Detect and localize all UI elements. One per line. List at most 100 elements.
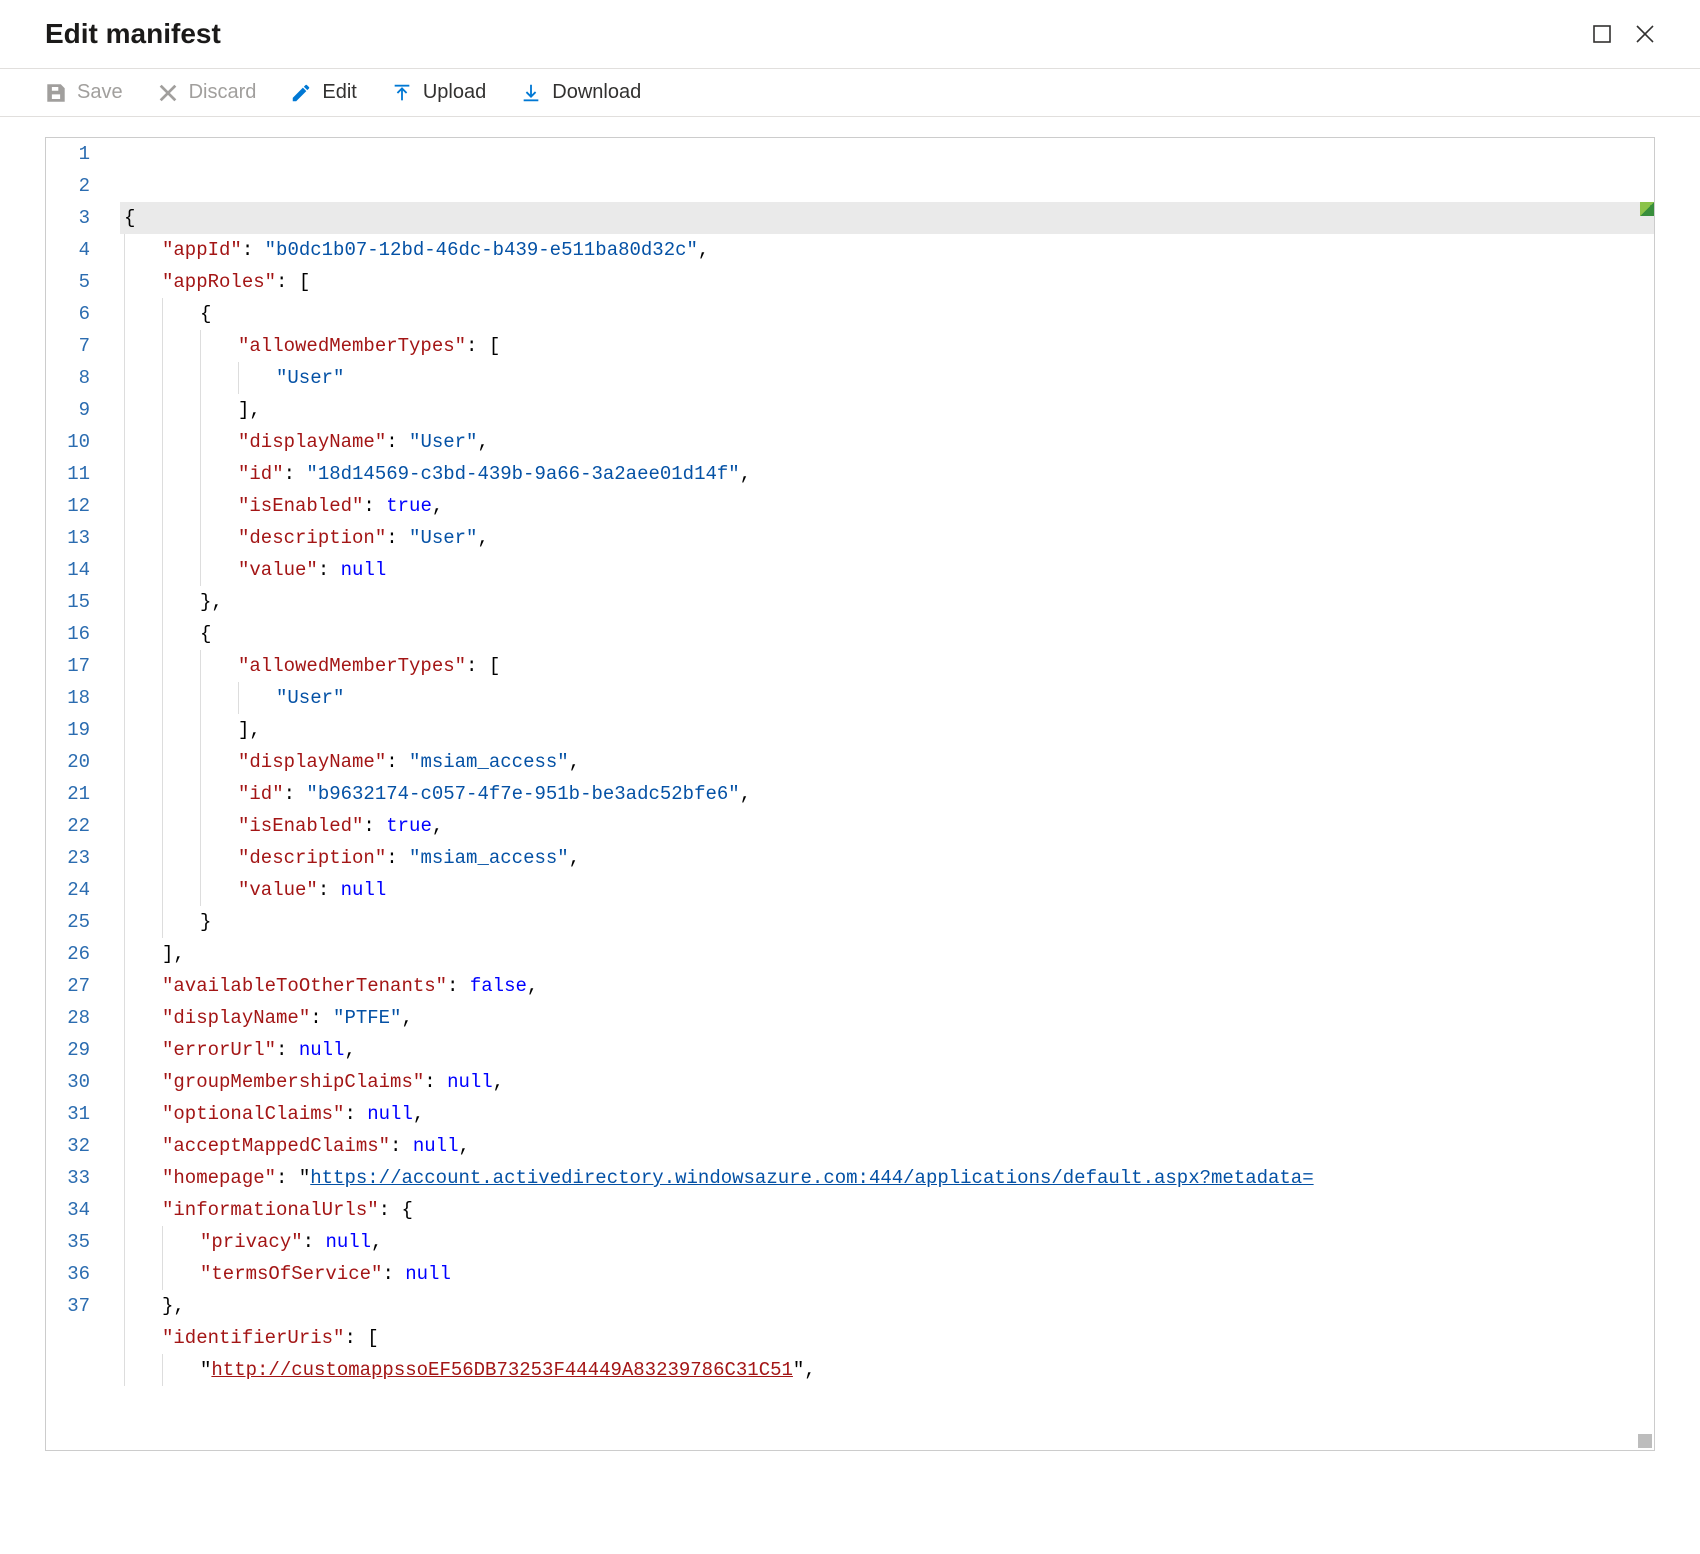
- token-punc: ],: [238, 719, 261, 741]
- line-number: 22: [46, 810, 90, 842]
- code-line[interactable]: {: [120, 298, 1654, 330]
- token-punc: ,: [432, 815, 443, 837]
- code-line[interactable]: "value": null: [120, 874, 1654, 906]
- code-line[interactable]: "displayName": "msiam_access",: [120, 746, 1654, 778]
- code-line[interactable]: ],: [120, 938, 1654, 970]
- download-button[interactable]: Download: [520, 81, 641, 104]
- token-key: "homepage": [162, 1167, 276, 1189]
- save-icon: [45, 82, 67, 104]
- line-number: 5: [46, 266, 90, 298]
- token-punc: :: [424, 1071, 447, 1093]
- code-line[interactable]: "allowedMemberTypes": [: [120, 650, 1654, 682]
- code-line[interactable]: "appRoles": [: [120, 266, 1654, 298]
- code-line[interactable]: "isEnabled": true,: [120, 810, 1654, 842]
- code-line[interactable]: "isEnabled": true,: [120, 490, 1654, 522]
- code-line[interactable]: "identifierUris": [: [120, 1322, 1654, 1354]
- token-punc: :: [386, 527, 409, 549]
- code-line[interactable]: "homepage": "https://account.activedirec…: [120, 1162, 1654, 1194]
- code-line[interactable]: "http://customappssoEF56DB73253F44449A83…: [120, 1354, 1654, 1386]
- code-line[interactable]: "id": "b9632174-c057-4f7e-951b-be3adc52b…: [120, 778, 1654, 810]
- save-label: Save: [77, 81, 123, 104]
- token-str: "msiam_access": [409, 847, 569, 869]
- code-line[interactable]: "allowedMemberTypes": [: [120, 330, 1654, 362]
- token-bool: true: [386, 495, 432, 517]
- token-str: "PTFE": [333, 1007, 401, 1029]
- token-key: "displayName": [238, 431, 386, 453]
- code-line[interactable]: "errorUrl": null,: [120, 1034, 1654, 1066]
- token-str: "b0dc1b07-12bd-46dc-b439-e511ba80d32c": [265, 239, 698, 261]
- token-punc: :: [284, 463, 307, 485]
- code-line[interactable]: "privacy": null,: [120, 1226, 1654, 1258]
- token-punc: :: [390, 1135, 413, 1157]
- code-line[interactable]: "value": null: [120, 554, 1654, 586]
- token-punc: ,: [344, 1039, 355, 1061]
- code-line[interactable]: "description": "User",: [120, 522, 1654, 554]
- code-line[interactable]: "termsOfService": null: [120, 1258, 1654, 1290]
- upload-button[interactable]: Upload: [391, 81, 486, 104]
- token-key: "privacy": [200, 1231, 303, 1253]
- line-number: 17: [46, 650, 90, 682]
- code-line[interactable]: "acceptMappedClaims": null,: [120, 1130, 1654, 1162]
- line-number: 13: [46, 522, 90, 554]
- token-key: "value": [238, 559, 318, 581]
- code-line[interactable]: "availableToOtherTenants": false,: [120, 970, 1654, 1002]
- token-str: "User": [276, 367, 344, 389]
- code-line[interactable]: "optionalClaims": null,: [120, 1098, 1654, 1130]
- code-line[interactable]: "displayName": "PTFE",: [120, 1002, 1654, 1034]
- token-punc: : [: [466, 655, 500, 677]
- token-punc: : [: [344, 1327, 378, 1349]
- maximize-button[interactable]: [1593, 25, 1611, 43]
- token-punc: :: [303, 1231, 326, 1253]
- code-line[interactable]: }: [120, 906, 1654, 938]
- token-bool: false: [470, 975, 527, 997]
- token-null: null: [405, 1263, 451, 1285]
- token-punc: ,: [740, 463, 751, 485]
- save-button[interactable]: Save: [45, 81, 123, 104]
- token-punc: ,: [477, 431, 488, 453]
- token-punc: ",: [793, 1359, 816, 1381]
- code-line[interactable]: },: [120, 1290, 1654, 1322]
- token-punc: ],: [162, 943, 185, 965]
- token-punc: :: [318, 879, 341, 901]
- scroll-indicator[interactable]: [1638, 1434, 1652, 1448]
- close-icon: [1635, 24, 1655, 44]
- token-key: "id": [238, 463, 284, 485]
- token-punc: :: [276, 1039, 299, 1061]
- token-key: "description": [238, 847, 386, 869]
- code-line[interactable]: "User": [120, 362, 1654, 394]
- token-key: "identifierUris": [162, 1327, 344, 1349]
- token-key: "informationalUrls": [162, 1199, 379, 1221]
- code-line[interactable]: "id": "18d14569-c3bd-439b-9a66-3a2aee01d…: [120, 458, 1654, 490]
- token-key: "appId": [162, 239, 242, 261]
- code-line[interactable]: },: [120, 586, 1654, 618]
- token-str: "b9632174-c057-4f7e-951b-be3adc52bfe6": [306, 783, 739, 805]
- token-key: "allowedMemberTypes": [238, 335, 466, 357]
- upload-label: Upload: [423, 81, 486, 104]
- code-line[interactable]: {: [120, 202, 1654, 234]
- code-line[interactable]: "groupMembershipClaims": null,: [120, 1066, 1654, 1098]
- maximize-icon: [1593, 25, 1611, 43]
- line-number: 30: [46, 1066, 90, 1098]
- token-punc: ,: [477, 527, 488, 549]
- discard-button[interactable]: Discard: [157, 81, 257, 104]
- code-line[interactable]: "appId": "b0dc1b07-12bd-46dc-b439-e511ba…: [120, 234, 1654, 266]
- edit-button[interactable]: Edit: [290, 81, 356, 104]
- code-line[interactable]: {: [120, 618, 1654, 650]
- code-content[interactable]: {"appId": "b0dc1b07-12bd-46dc-b439-e511b…: [120, 138, 1654, 1450]
- token-punc: :: [284, 783, 307, 805]
- code-line[interactable]: "User": [120, 682, 1654, 714]
- line-number: 16: [46, 618, 90, 650]
- code-line[interactable]: "description": "msiam_access",: [120, 842, 1654, 874]
- code-line[interactable]: ],: [120, 714, 1654, 746]
- line-number: 29: [46, 1034, 90, 1066]
- close-button[interactable]: [1635, 24, 1655, 44]
- token-punc: :: [386, 431, 409, 453]
- code-line[interactable]: "informationalUrls": {: [120, 1194, 1654, 1226]
- token-key: "optionalClaims": [162, 1103, 344, 1125]
- token-str: "msiam_access": [409, 751, 569, 773]
- token-punc: :: [276, 1167, 299, 1189]
- code-editor[interactable]: 1234567891011121314151617181920212223242…: [45, 137, 1655, 1451]
- token-punc: : [: [276, 271, 310, 293]
- code-line[interactable]: ],: [120, 394, 1654, 426]
- code-line[interactable]: "displayName": "User",: [120, 426, 1654, 458]
